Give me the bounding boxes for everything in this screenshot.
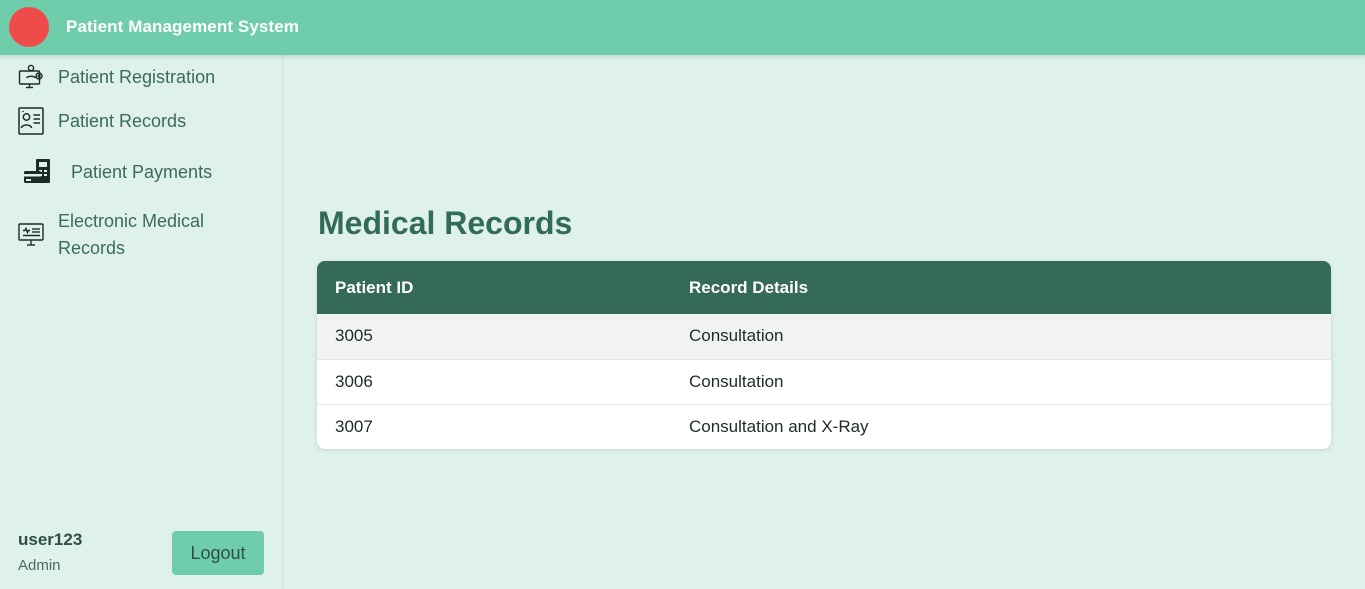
sidebar-item-electronic-medical-records[interactable]: Electronic Medical Records [0, 207, 282, 263]
user-role: Admin [18, 557, 61, 574]
user-name: user123 [18, 530, 83, 549]
app-logo[interactable] [9, 7, 49, 47]
sidebar-item-patient-records[interactable]: Patient Records [0, 107, 282, 135]
table-row[interactable]: 3005 Consultation [317, 314, 1331, 359]
table-row[interactable]: 3007 Consultation and X-Ray [317, 404, 1331, 449]
sidebar-item-label: Electronic Medical Records [58, 211, 205, 258]
cell-patient-id: 3005 [335, 326, 373, 346]
sidebar-item-label: Patient Registration [58, 66, 216, 87]
sidebar-item-patient-registration[interactable]: Patient Registration [0, 63, 282, 91]
sidebar: Patient Registration Patient Records Pat… [0, 55, 284, 589]
patient-id-card-icon [18, 107, 44, 135]
cell-patient-id: 3006 [335, 371, 373, 391]
column-header-record-details[interactable]: Record Details [689, 261, 1331, 314]
logout-button[interactable]: Logout [172, 531, 264, 575]
medical-records-table: Patient ID Record Details 3005 Consultat… [317, 261, 1331, 449]
medical-monitor-icon [18, 222, 44, 248]
column-header-patient-id[interactable]: Patient ID [317, 261, 689, 314]
cell-record-details: Consultation [689, 326, 784, 346]
payment-card-icon [23, 158, 53, 186]
table-header-row: Patient ID Record Details [317, 261, 1331, 314]
cell-record-details: Consultation [689, 371, 784, 391]
top-navbar: Patient Management System [0, 0, 1365, 55]
sidebar-item-patient-payments[interactable]: Patient Payments [0, 157, 282, 187]
sidebar-item-label: Patient Payments [71, 161, 213, 182]
page-title: Medical Records [318, 205, 573, 241]
cell-patient-id: 3007 [335, 416, 373, 436]
app-title: Patient Management System [66, 17, 300, 36]
table-row[interactable]: 3006 Consultation [317, 359, 1331, 404]
monitor-registration-icon [18, 64, 44, 90]
sidebar-item-label: Patient Records [58, 110, 187, 131]
user-info: user123 Admin [18, 530, 82, 574]
cell-record-details: Consultation and X-Ray [689, 416, 869, 436]
